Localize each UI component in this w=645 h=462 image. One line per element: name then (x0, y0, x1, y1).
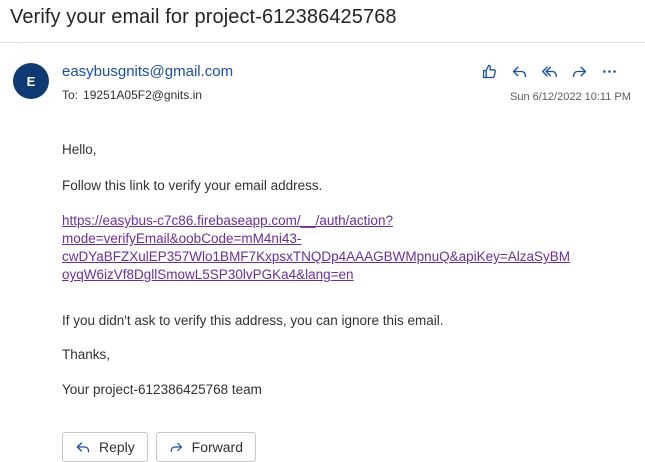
reply-actions: Reply Forward (62, 432, 256, 462)
ignore-note: If you didn't ask to verify this address… (62, 313, 444, 328)
forward-button-label: Forward (191, 439, 243, 455)
reply-button[interactable]: Reply (62, 432, 148, 462)
sender-avatar[interactable]: E (13, 63, 49, 99)
verify-link-line: https://easybus-c7c86.firebaseapp.com/__… (62, 213, 393, 228)
verify-link-line: cwDYaBFZXulEP357Wlo1BMF7KxpsxTNQDp4AAAGB… (62, 249, 571, 264)
avatar-initial: E (26, 73, 36, 89)
instruction-text: Follow this link to verify your email ad… (62, 178, 323, 193)
thanks-text: Thanks, (62, 347, 111, 362)
reply-icon (76, 442, 90, 453)
sender-address[interactable]: easybusgnits@gmail.com (62, 63, 233, 80)
forward-button[interactable]: Forward (156, 432, 256, 462)
forward-icon[interactable] (564, 58, 594, 84)
email-date: Sun 6/12/2022 10:11 PM (510, 91, 631, 103)
recipient-address[interactable]: 19251A05F2@gnits.in (83, 88, 202, 102)
reply-all-icon[interactable] (534, 58, 564, 84)
recipient-line: To: 19251A05F2@gnits.in (62, 88, 202, 102)
verify-link[interactable]: https://easybus-c7c86.firebaseapp.com/__… (62, 212, 642, 284)
reply-button-label: Reply (99, 439, 135, 455)
message-actions (474, 58, 624, 84)
forward-icon (170, 442, 183, 452)
email-subject: Verify your email for project-6123864257… (10, 6, 397, 28)
verify-link-line: mode=verifyEmail&oobCode=mM4ni43- (62, 231, 302, 246)
verify-link-line: oyqW6izVf8DgllSmowL5SP30lvPGKa4&lang=en (62, 267, 354, 282)
greeting: Hello, (62, 142, 97, 157)
reply-icon[interactable] (504, 58, 534, 84)
header-divider (0, 42, 645, 43)
to-label: To: (62, 88, 79, 102)
thumbs-up-icon[interactable] (474, 58, 504, 84)
signature: Your project-612386425768 team (62, 382, 262, 397)
more-icon[interactable] (594, 58, 624, 84)
